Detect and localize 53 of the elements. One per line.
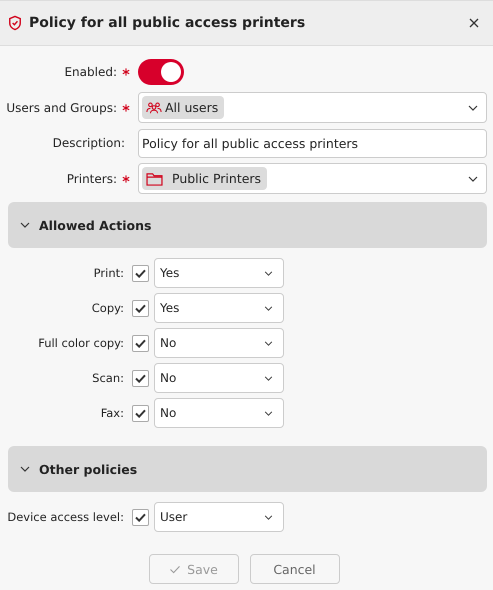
caret-icon	[468, 176, 478, 182]
action-label: Full color copy:	[37, 336, 125, 350]
check-icon	[135, 268, 146, 278]
check-icon	[169, 564, 182, 574]
select-field[interactable]: No	[154, 363, 284, 393]
select-field[interactable]: Yes	[154, 293, 284, 323]
section-header[interactable]: Other policies	[8, 446, 487, 492]
checkbox[interactable]	[132, 370, 149, 386]
field-label: Enabled:	[64, 65, 117, 79]
caret-icon	[468, 104, 478, 110]
checkbox[interactable]	[132, 404, 149, 422]
check-icon	[135, 304, 146, 312]
field-label: Users and Groups:	[6, 100, 117, 114]
checkbox[interactable]	[132, 508, 149, 526]
action-label: Scan:	[91, 371, 125, 385]
check-icon	[135, 512, 146, 522]
folder-icon	[146, 172, 163, 186]
caret-icon	[264, 270, 273, 276]
dialog-title: Policy for all public access printers	[29, 15, 306, 31]
checkbox[interactable]	[132, 334, 149, 352]
action-label: Print:	[92, 266, 125, 280]
action-label: Fax:	[100, 406, 125, 420]
multiselect-field[interactable]: All users	[138, 92, 487, 123]
select-field[interactable]: Yes	[154, 258, 284, 288]
close-icon	[469, 18, 479, 28]
select-field[interactable]: No	[154, 328, 284, 358]
multiselect-field[interactable]: Public Printers	[138, 163, 487, 194]
action-label: Copy:	[90, 301, 125, 315]
caret-icon	[264, 340, 273, 346]
checkbox[interactable]	[132, 264, 149, 282]
field-label: Printers:	[66, 172, 117, 186]
toggle-switch[interactable]	[138, 59, 184, 85]
checkbox[interactable]	[132, 300, 149, 316]
select-field[interactable]: No	[154, 398, 284, 428]
caret-icon	[264, 306, 273, 310]
section-header[interactable]: Allowed Actions	[8, 202, 487, 248]
chevron-icon	[20, 222, 30, 228]
action-label: Device access level:	[6, 510, 125, 524]
chip: Public Printers	[142, 167, 268, 190]
description-field[interactable]: Policy for all public access printers	[138, 128, 487, 158]
check-icon	[135, 408, 146, 418]
check-icon	[135, 374, 146, 382]
select-field[interactable]: User	[154, 502, 284, 532]
field-label: Description:	[52, 136, 125, 150]
cancel-button[interactable]: Cancel	[250, 554, 340, 584]
chip: All users	[142, 96, 224, 119]
shield-icon	[8, 15, 22, 31]
caret-icon	[264, 514, 273, 520]
chevron-icon	[20, 466, 30, 472]
check-icon	[135, 338, 146, 348]
users-icon	[146, 101, 162, 114]
caret-icon	[264, 410, 273, 416]
caret-icon	[264, 376, 273, 380]
